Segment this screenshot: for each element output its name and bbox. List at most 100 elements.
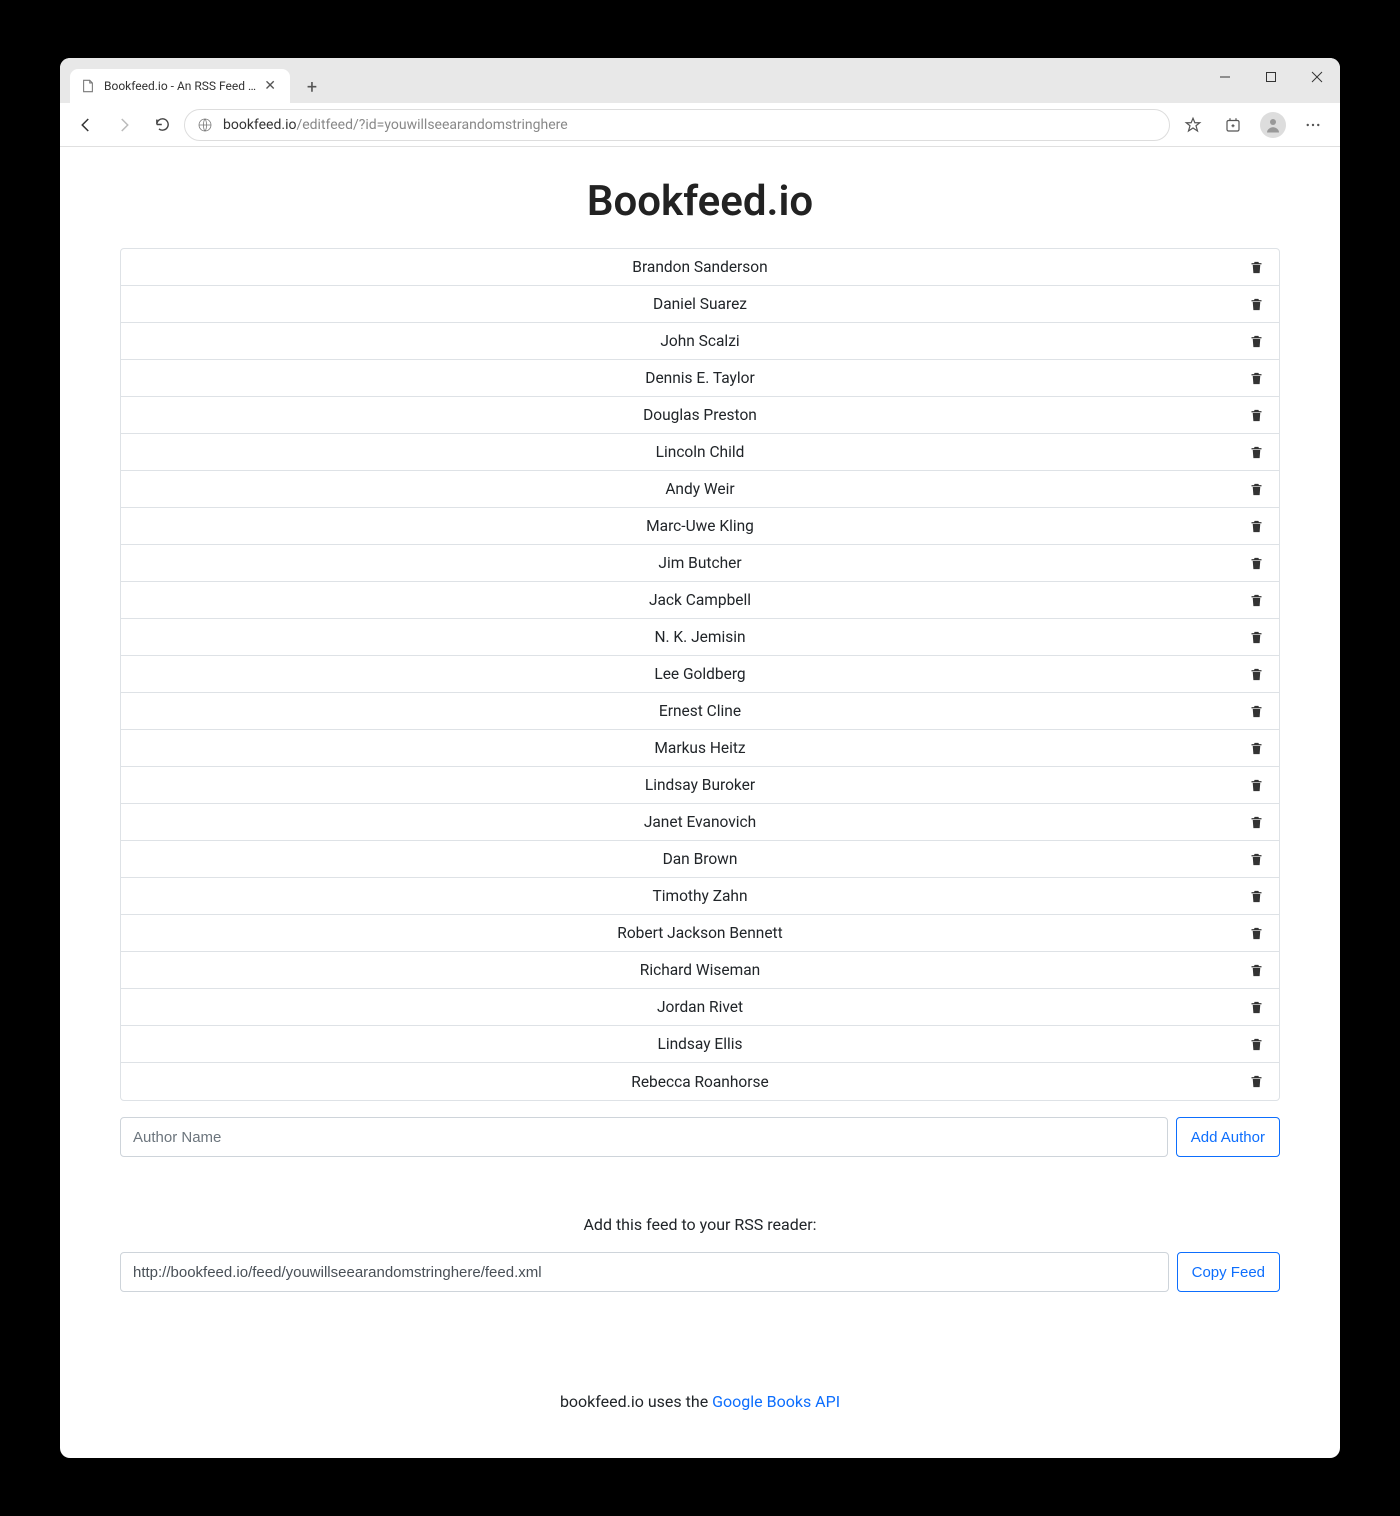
- author-row: Daniel Suarez: [121, 286, 1279, 323]
- author-name-input[interactable]: [120, 1117, 1168, 1157]
- delete-author-button[interactable]: [1247, 998, 1265, 1016]
- delete-author-button[interactable]: [1247, 702, 1265, 720]
- delete-author-button[interactable]: [1247, 628, 1265, 646]
- author-name: Marc-Uwe Kling: [121, 517, 1279, 535]
- forward-button[interactable]: [108, 109, 140, 141]
- maximize-button[interactable]: [1248, 58, 1294, 96]
- page-icon: [80, 78, 96, 94]
- tab-close-button[interactable]: ✕: [260, 78, 280, 94]
- author-row: N. K. Jemisin: [121, 619, 1279, 656]
- author-row: Lincoln Child: [121, 434, 1279, 471]
- author-row: Lee Goldberg: [121, 656, 1279, 693]
- minimize-button[interactable]: [1202, 58, 1248, 96]
- author-name: Jim Butcher: [121, 554, 1279, 572]
- author-row: Marc-Uwe Kling: [121, 508, 1279, 545]
- author-name: Richard Wiseman: [121, 961, 1279, 979]
- author-row: Richard Wiseman: [121, 952, 1279, 989]
- delete-author-button[interactable]: [1247, 517, 1265, 535]
- author-name: John Scalzi: [121, 332, 1279, 350]
- author-name: Lincoln Child: [121, 443, 1279, 461]
- author-row: Dan Brown: [121, 841, 1279, 878]
- author-row: Robert Jackson Bennett: [121, 915, 1279, 952]
- author-row: Brandon Sanderson: [121, 249, 1279, 286]
- delete-author-button[interactable]: [1247, 332, 1265, 350]
- back-button[interactable]: [70, 109, 102, 141]
- delete-author-button[interactable]: [1247, 554, 1265, 572]
- delete-author-button[interactable]: [1247, 591, 1265, 609]
- delete-author-button[interactable]: [1247, 295, 1265, 313]
- author-row: John Scalzi: [121, 323, 1279, 360]
- author-name: Lindsay Buroker: [121, 776, 1279, 794]
- add-author-row: Add Author: [120, 1117, 1280, 1157]
- delete-author-button[interactable]: [1247, 1035, 1265, 1053]
- author-row: Lindsay Buroker: [121, 767, 1279, 804]
- author-name: Dan Brown: [121, 850, 1279, 868]
- delete-author-button[interactable]: [1247, 258, 1265, 276]
- menu-button[interactable]: [1296, 108, 1330, 142]
- author-name: Markus Heitz: [121, 739, 1279, 757]
- browser-window: Bookfeed.io - An RSS Feed with ✕ + bookf…: [60, 58, 1340, 1458]
- author-row: Ernest Cline: [121, 693, 1279, 730]
- author-name: Janet Evanovich: [121, 813, 1279, 831]
- address-bar: bookfeed.io/editfeed/?id=youwillseearand…: [60, 103, 1340, 147]
- collections-button[interactable]: [1216, 108, 1250, 142]
- author-name: Douglas Preston: [121, 406, 1279, 424]
- delete-author-button[interactable]: [1247, 739, 1265, 757]
- author-row: Andy Weir: [121, 471, 1279, 508]
- browser-tab[interactable]: Bookfeed.io - An RSS Feed with ✕: [70, 69, 290, 103]
- author-row: Lindsay Ellis: [121, 1026, 1279, 1063]
- author-name: Lindsay Ellis: [121, 1035, 1279, 1053]
- avatar: [1260, 112, 1286, 138]
- author-row: Douglas Preston: [121, 397, 1279, 434]
- author-name: Daniel Suarez: [121, 295, 1279, 313]
- author-name: Jordan Rivet: [121, 998, 1279, 1016]
- window-controls: [1202, 58, 1340, 96]
- delete-author-button[interactable]: [1247, 887, 1265, 905]
- author-row: Jack Campbell: [121, 582, 1279, 619]
- author-name: Dennis E. Taylor: [121, 369, 1279, 387]
- delete-author-button[interactable]: [1247, 776, 1265, 794]
- delete-author-button[interactable]: [1247, 850, 1265, 868]
- feed-url-input[interactable]: [120, 1252, 1169, 1292]
- author-name: Brandon Sanderson: [121, 258, 1279, 276]
- close-window-button[interactable]: [1294, 58, 1340, 96]
- tab-title: Bookfeed.io - An RSS Feed with: [104, 79, 260, 93]
- delete-author-button[interactable]: [1247, 443, 1265, 461]
- url-text: bookfeed.io/editfeed/?id=youwillseearand…: [223, 117, 568, 133]
- author-row: Rebecca Roanhorse: [121, 1063, 1279, 1100]
- author-name: Jack Campbell: [121, 591, 1279, 609]
- author-name: Timothy Zahn: [121, 887, 1279, 905]
- favorites-button[interactable]: [1176, 108, 1210, 142]
- author-name: N. K. Jemisin: [121, 628, 1279, 646]
- author-row: Dennis E. Taylor: [121, 360, 1279, 397]
- author-name: Robert Jackson Bennett: [121, 924, 1279, 942]
- delete-author-button[interactable]: [1247, 406, 1265, 424]
- page-title: Bookfeed.io: [120, 177, 1280, 226]
- add-author-button[interactable]: Add Author: [1176, 1117, 1280, 1157]
- delete-author-button[interactable]: [1247, 924, 1265, 942]
- site-info-icon: [197, 117, 213, 133]
- url-field[interactable]: bookfeed.io/editfeed/?id=youwillseearand…: [184, 109, 1170, 141]
- rss-label: Add this feed to your RSS reader:: [120, 1215, 1280, 1234]
- author-name: Andy Weir: [121, 480, 1279, 498]
- footer-prefix: bookfeed.io uses the: [560, 1392, 712, 1411]
- author-row: Jordan Rivet: [121, 989, 1279, 1026]
- new-tab-button[interactable]: +: [298, 73, 326, 101]
- delete-author-button[interactable]: [1247, 813, 1265, 831]
- reload-button[interactable]: [146, 109, 178, 141]
- delete-author-button[interactable]: [1247, 665, 1265, 683]
- google-books-api-link[interactable]: Google Books API: [712, 1392, 840, 1411]
- profile-button[interactable]: [1256, 108, 1290, 142]
- copy-feed-button[interactable]: Copy Feed: [1177, 1252, 1280, 1292]
- page-content: Bookfeed.io Brandon Sanderson Daniel Suar…: [60, 147, 1340, 1458]
- delete-author-button[interactable]: [1247, 480, 1265, 498]
- author-name: Lee Goldberg: [121, 665, 1279, 683]
- titlebar: Bookfeed.io - An RSS Feed with ✕ +: [60, 58, 1340, 103]
- footer-text: bookfeed.io uses the Google Books API: [120, 1392, 1280, 1411]
- delete-author-button[interactable]: [1247, 369, 1265, 387]
- delete-author-button[interactable]: [1247, 1073, 1265, 1091]
- delete-author-button[interactable]: [1247, 961, 1265, 979]
- author-row: Jim Butcher: [121, 545, 1279, 582]
- author-name: Rebecca Roanhorse: [121, 1073, 1279, 1091]
- author-row: Timothy Zahn: [121, 878, 1279, 915]
